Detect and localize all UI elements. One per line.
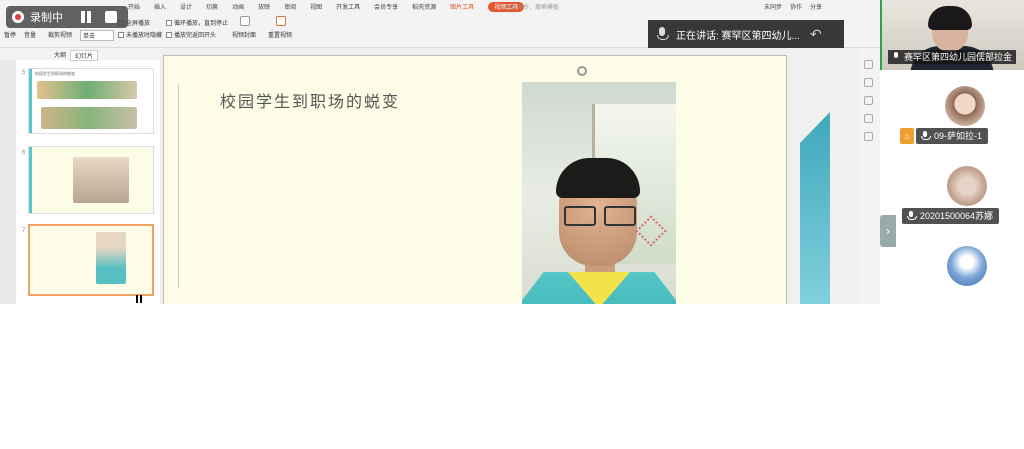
right-tools: 未同步 协作 分享 [764,2,822,11]
menu-item-animation[interactable]: 动画 [232,2,244,12]
menu-item-design[interactable]: 设计 [180,2,192,12]
participants-panel: ⌂ 09-萨如拉-1 20201500064苏娜 [896,80,1024,304]
host-badge-icon: ⌂ [900,128,914,144]
avatar [947,166,987,206]
slide-number: 6 [22,150,26,156]
share-button[interactable]: 分享 [810,2,822,11]
recording-label: 录制中 [30,12,63,24]
hide-checkbox[interactable]: 未播放时隐藏 [118,30,162,39]
participant-name: 09-萨如拉-1 [934,131,983,141]
microphone-icon [921,131,931,141]
animation-icon[interactable] [864,114,873,123]
rewind-label: 播放完返回开头 [174,33,217,39]
left-panel-strip [0,60,16,304]
slide-title[interactable]: 校园学生到职场的蜕变 [220,88,400,112]
play-mode-select[interactable]: 单击 [80,30,114,41]
menu-item-member[interactable]: 会员专享 [374,2,398,12]
camera-name: 赛罕区第四幼儿园儒部拉金 [904,52,1013,62]
checkbox-icon [166,20,172,27]
slide-number: 7 [22,228,26,234]
collapse-panel-button[interactable]: › [880,215,896,247]
participant-item[interactable]: ⌂ 09-萨如拉-1 [896,80,1024,150]
reset-video-icon [276,16,286,26]
speaking-indicator: 正在讲话: 赛罕区第四幼儿... ↶ [648,20,844,48]
avatar [945,86,985,126]
video-cover-button[interactable]: 视频封面 [232,30,256,39]
right-toolbar [858,48,880,304]
left-panel-tabs: 大纲 幻灯片 [0,48,160,61]
tab-slides[interactable]: 幻灯片 [70,50,99,61]
settings-icon[interactable] [864,60,873,69]
style-icon[interactable] [864,78,873,87]
menu-item-developer[interactable]: 开发工具 [336,2,360,12]
shape-icon[interactable] [864,96,873,105]
thumbnail-accent [29,147,32,213]
participant-item[interactable]: 20201500064苏娜 [896,164,1024,234]
tab-outline[interactable]: 大纲 [50,50,70,59]
menu-item-insert[interactable]: 插入 [154,2,166,12]
menu-item-review[interactable]: 审阅 [284,2,296,12]
collab-button[interactable]: 协作 [790,2,802,11]
avatar [947,246,987,286]
rewind-checkbox[interactable]: 播放完返回开头 [166,30,216,39]
presenter-glasses [564,206,636,226]
fullscreen-label: 全屏播放 [126,21,151,27]
hide-label: 未播放时隐藏 [126,33,163,39]
trim-video-button[interactable]: 裁剪视频 [48,30,72,39]
menu-item-transition[interactable]: 切换 [206,2,218,12]
speaking-text: 正在讲话: 赛罕区第四幼儿... [676,30,800,42]
checkbox-icon [166,32,172,39]
participant-name-tag: 09-萨如拉-1 [916,128,989,144]
slide-divider [178,84,179,288]
thumbnail-image [41,107,137,129]
stop-recording-button[interactable] [105,11,117,23]
participant-item[interactable] [896,240,1024,310]
slide-thumbnail-selected[interactable] [28,224,154,296]
loop-checkbox[interactable]: 循环播放，直到停止 [166,18,228,27]
thumbnail-title: 校园学生到职场的蜕变 [35,71,75,76]
record-icon [12,11,24,23]
thumbnail-image [96,232,126,284]
command-search[interactable]: ⌕ 查找命令、搜索模板 [500,2,559,12]
microphone-icon [656,27,669,41]
camera-tile[interactable]: 赛罕区第四幼儿园儒部拉金 [880,0,1024,70]
recording-bar: 录制中 [6,6,128,28]
video-cover-icon [240,16,250,26]
checkbox-icon [118,32,124,39]
thumbnail-image [37,81,137,99]
microphone-icon [907,211,917,221]
command-search-placeholder: 查找命令、搜索模板 [505,5,560,11]
person-hair [928,6,972,30]
menu-item-slideshow[interactable]: 放映 [258,2,270,12]
pause-recording-button[interactable] [79,10,93,24]
slide-number: 5 [22,70,26,76]
rotate-handle-icon[interactable] [577,66,587,76]
menu-item-resources[interactable]: 稻壳资源 [412,2,436,12]
camera-name-tag: 赛罕区第四幼儿园儒部拉金 [888,50,1017,64]
participant-name-tag: 20201500064苏娜 [902,208,1000,224]
menu-item-home[interactable]: 开始 [128,2,140,12]
microphone-icon [892,52,900,62]
reset-video-button[interactable]: 重置视频 [268,30,292,39]
slide-thumbnail[interactable]: 校园学生到职场的蜕变 [28,68,154,134]
slide-thumbnail[interactable] [28,146,154,214]
thumbnail-accent [29,69,32,133]
faded-region [0,304,1024,449]
menu-item-view[interactable]: 视图 [310,2,322,12]
effects-icon[interactable] [864,132,873,141]
participant-name: 20201500064苏娜 [920,211,994,221]
sync-button[interactable]: 未同步 [764,2,782,11]
loop-label: 循环播放，直到停止 [174,21,229,27]
thumbnail-image [73,157,129,203]
pause-video-button[interactable]: 暂停 [4,30,16,39]
menu-item-picture-tools[interactable]: 图片工具 [450,2,474,12]
menu-bar: 开始 插入 设计 切换 动画 放映 审阅 视图 开发工具 会员专享 稻壳资源 图… [128,2,525,12]
undo-icon[interactable]: ↶ [810,26,822,43]
volume-button[interactable]: 音量 [24,30,36,39]
grid-icon [136,295,144,303]
